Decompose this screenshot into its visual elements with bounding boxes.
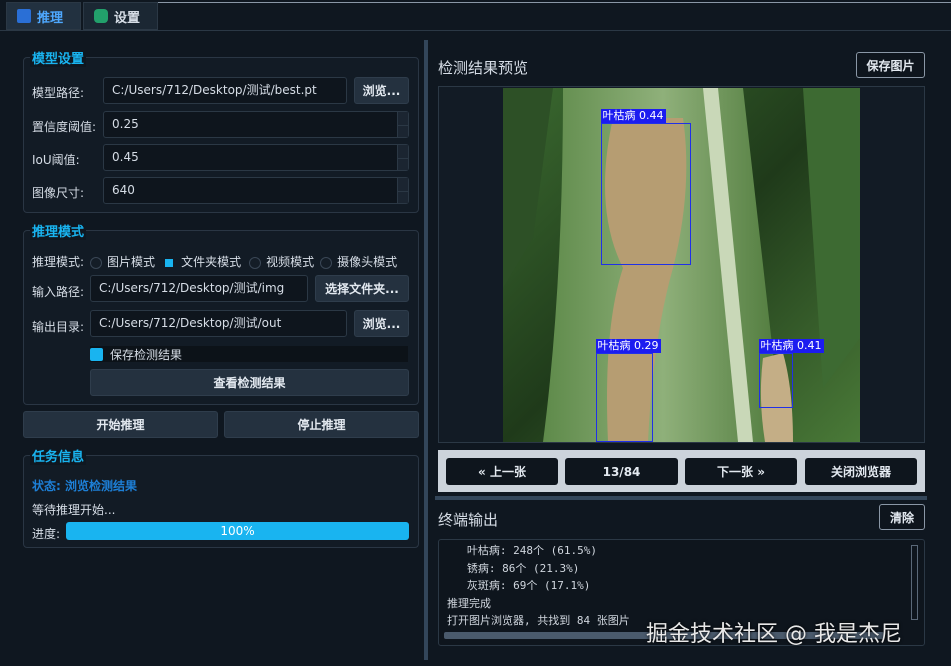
mode-label: 推理模式: — [32, 253, 84, 270]
radio-folder[interactable]: 文件夹模式 — [163, 253, 241, 270]
splitter-handle[interactable] — [424, 40, 428, 660]
close-browser-button[interactable]: 关闭浏览器 — [805, 458, 917, 485]
task-message: 等待推理开始... — [32, 501, 115, 518]
detection-box: 叶枯病 0.44 — [601, 123, 691, 265]
detection-box: 叶枯病 0.41 — [759, 353, 793, 408]
detection-image: 叶枯病 0.44 叶枯病 0.29 叶枯病 0.41 — [503, 88, 860, 442]
model-path-label: 模型路径: — [32, 84, 84, 101]
output-dir-input[interactable]: C:/Users/712/Desktop/测试/out — [90, 310, 347, 337]
input-path-input[interactable]: C:/Users/712/Desktop/测试/img — [90, 275, 308, 302]
terminal-line: 叶枯病: 248个 (61.5%) — [447, 542, 916, 560]
progress-label: 进度: — [32, 525, 60, 542]
start-inference-button[interactable]: 开始推理 — [23, 411, 218, 438]
input-path-label: 输入路径: — [32, 283, 84, 300]
size-label: 图像尺寸: — [32, 184, 84, 201]
save-results-checkbox[interactable]: 保存检测结果 — [90, 346, 408, 362]
iou-label: IoU阈值: — [32, 151, 80, 168]
browse-output-button[interactable]: 浏览... — [354, 310, 409, 337]
group-title: 模型设置 — [30, 48, 86, 67]
tab-settings[interactable]: 设置 — [83, 2, 158, 30]
spin-arrows[interactable] — [397, 112, 408, 137]
output-dir-label: 输出目录: — [32, 318, 84, 335]
size-spinbox[interactable]: 640 — [103, 177, 409, 204]
terminal-line: 灰斑病: 69个 (17.1%) — [447, 577, 916, 595]
radio-camera[interactable]: 摄像头模式 — [320, 253, 397, 270]
view-results-button[interactable]: 查看检测结果 — [90, 369, 409, 396]
prev-image-button[interactable]: « 上一张 — [446, 458, 558, 485]
iou-value: 0.45 — [112, 150, 139, 164]
browse-model-button[interactable]: 浏览... — [354, 77, 409, 104]
progress-text: 100% — [66, 522, 409, 540]
chart-icon — [17, 9, 31, 23]
status-text: 状态: 浏览检测结果 — [32, 477, 137, 494]
stop-inference-button[interactable]: 停止推理 — [224, 411, 419, 438]
radio-image[interactable]: 图片模式 — [90, 253, 155, 270]
conf-label: 置信度阈值: — [32, 118, 96, 135]
conf-value: 0.25 — [112, 117, 139, 131]
vertical-scrollbar[interactable] — [911, 545, 918, 620]
spin-arrows[interactable] — [397, 178, 408, 203]
group-title: 任务信息 — [30, 446, 86, 465]
next-image-button[interactable]: 下一张 » — [685, 458, 797, 485]
detection-label: 叶枯病 0.29 — [596, 339, 661, 353]
check-icon — [94, 9, 108, 23]
terminal-line: 推理完成 — [447, 595, 916, 613]
detection-label: 叶枯病 0.41 — [759, 339, 824, 353]
clear-terminal-button[interactable]: 清除 — [879, 504, 925, 530]
conf-spinbox[interactable]: 0.25 — [103, 111, 409, 138]
group-title: 推理模式 — [30, 221, 86, 240]
checkbox-checked-icon — [90, 348, 103, 361]
save-image-button[interactable]: 保存图片 — [856, 52, 925, 78]
detection-label: 叶枯病 0.44 — [601, 109, 666, 123]
image-counter: 13/84 — [565, 458, 678, 485]
terminal-line: 锈病: 86个 (21.3%) — [447, 560, 916, 578]
tab-inference[interactable]: 推理 — [6, 2, 81, 30]
save-results-label: 保存检测结果 — [110, 346, 182, 363]
watermark: 掘金技术社区 @ 我是杰尼 — [646, 616, 902, 648]
preview-title: 检测结果预览 — [438, 57, 528, 78]
model-path-input[interactable]: C:/Users/712/Desktop/测试/best.pt — [103, 77, 347, 104]
detection-box: 叶枯病 0.29 — [596, 353, 653, 442]
size-value: 640 — [112, 183, 135, 197]
radio-video[interactable]: 视频模式 — [249, 253, 314, 270]
mode-row: 推理模式: 图片模式 文件夹模式 视频模式 摄像头模式 — [32, 253, 397, 270]
choose-folder-button[interactable]: 选择文件夹... — [315, 275, 409, 302]
terminal-title: 终端输出 — [438, 509, 498, 530]
spin-arrows[interactable] — [397, 145, 408, 170]
progress-bar: 100% — [66, 522, 409, 540]
iou-spinbox[interactable]: 0.45 — [103, 144, 409, 171]
splitter-handle[interactable] — [435, 496, 927, 500]
